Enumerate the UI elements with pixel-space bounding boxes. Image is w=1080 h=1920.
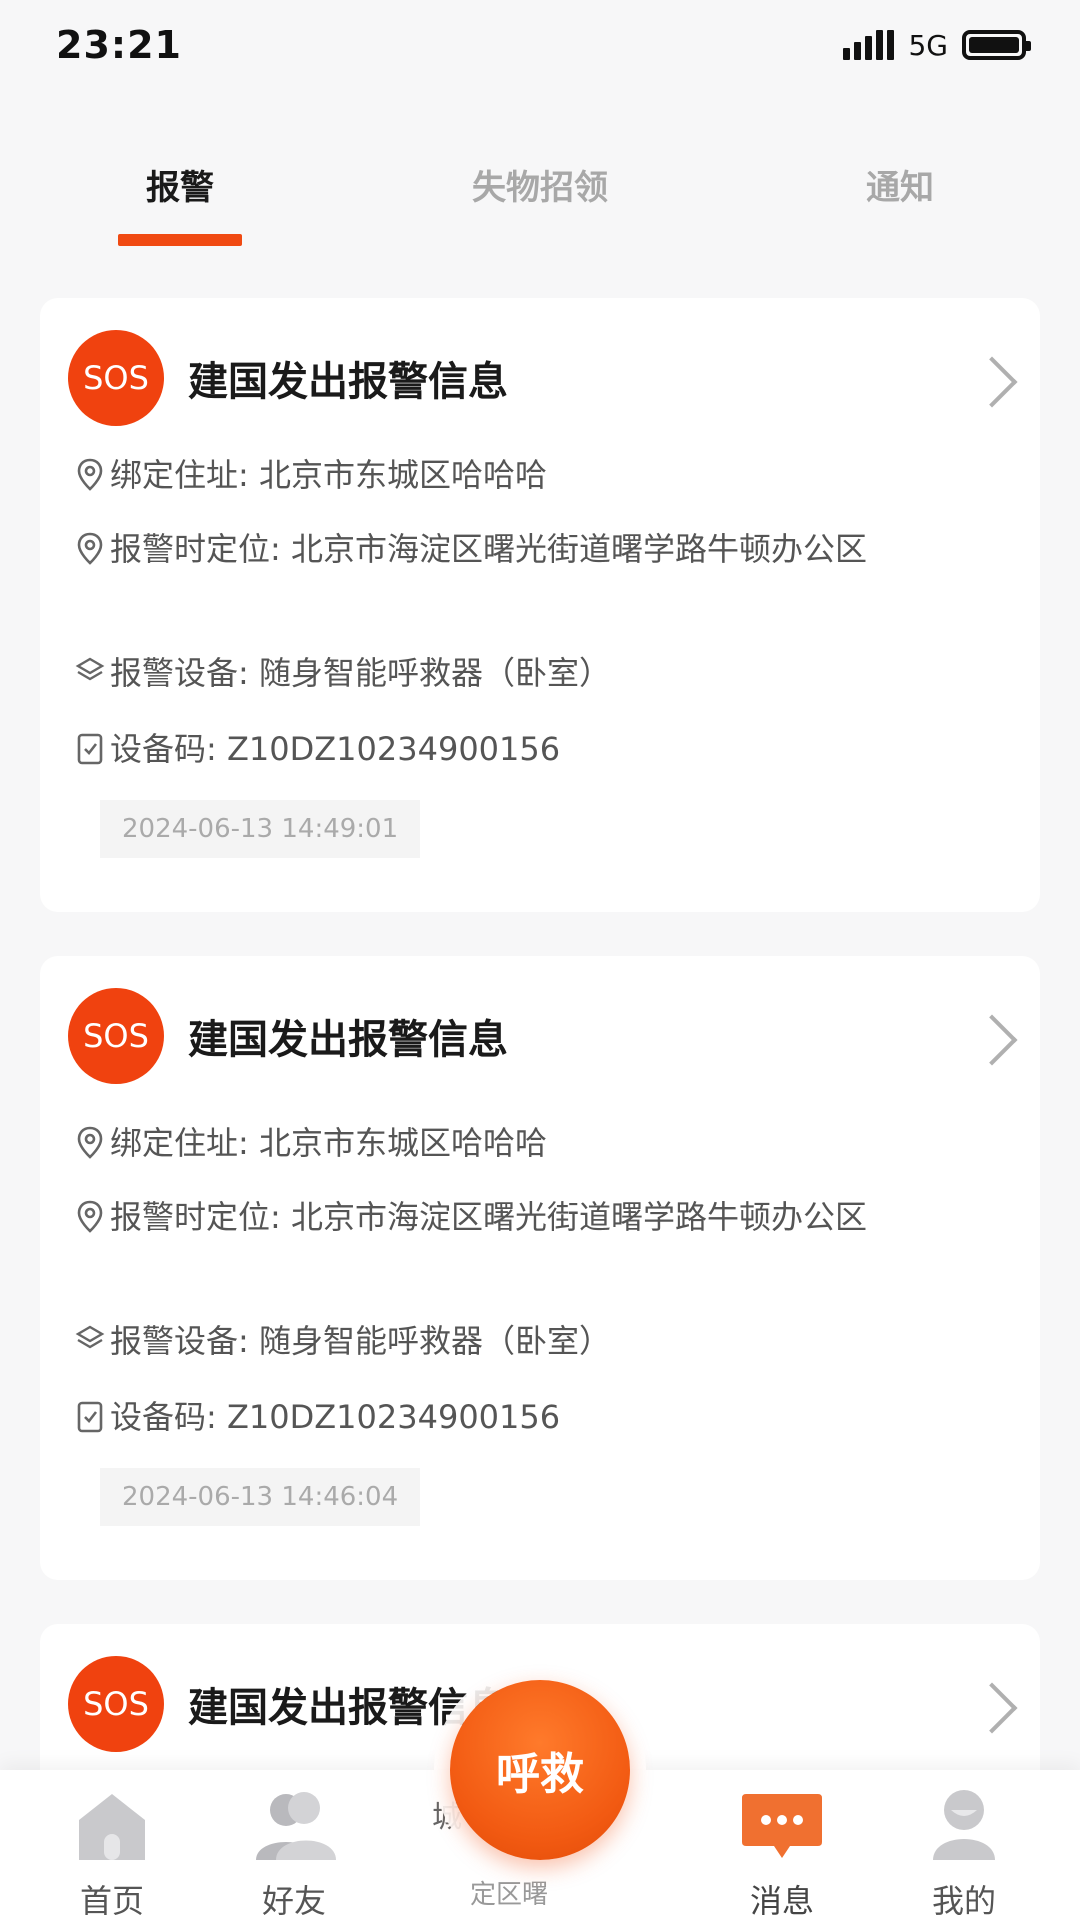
nav-profile[interactable]: 我的 (904, 1788, 1024, 1920)
device-row: 报警设备: 随身智能呼救器（卧室） (70, 1318, 990, 1364)
network-label: 5G (908, 28, 948, 62)
peek-text: 定区曙 (470, 1880, 549, 1910)
tab-indicator (118, 234, 242, 246)
bound-address: 绑定住址: 北京市东城区哈哈哈 (110, 456, 547, 494)
alarm-location: 报警时定位: 北京市海淀区曙光街道曙学路牛顿办公区 (110, 530, 867, 568)
alert-header: SOS 建国发出报警信息 (68, 330, 1012, 426)
bound-address-row: 绑定住址: 北京市东城区哈哈哈 (70, 1120, 990, 1166)
nav-label: 我的 (931, 1882, 996, 1920)
call-for-help-button[interactable]: 呼救 (450, 1680, 630, 1860)
device-code-row: 设备码: Z10DZ10234900156 (70, 726, 990, 772)
location-pin-icon (70, 452, 110, 498)
alarm-location-row: 报警时定位: 北京市海淀区曙光街道曙学路牛顿办公区 (70, 1194, 990, 1240)
sos-badge: SOS (68, 988, 164, 1084)
location-pin-icon (70, 526, 110, 572)
alarm-location: 报警时定位: 北京市海淀区曙光街道曙学路牛顿办公区 (110, 1198, 867, 1236)
device-card-icon (70, 1394, 110, 1440)
nav-label: 首页 (79, 1882, 144, 1920)
sos-badge: SOS (68, 1656, 164, 1752)
alarm-location-row: 报警时定位: 北京市海淀区曙光街道曙学路牛顿办公区 (70, 526, 990, 572)
device-code-row: 设备码: Z10DZ10234900156 (70, 1394, 990, 1440)
alert-card[interactable]: SOS 建国发出报警信息 绑定住址: 北京市东城区哈哈哈 报警时定位: 北京市海… (40, 298, 1040, 912)
nav-home[interactable]: 首页 (52, 1788, 172, 1920)
location-pin-icon (70, 1120, 110, 1166)
device-row: 报警设备: 随身智能呼救器（卧室） (70, 650, 990, 696)
alert-time: 2024-06-13 14:46:04 (100, 1468, 421, 1526)
alert-title: 建国发出报警信息 (188, 1685, 508, 1731)
alert-card[interactable]: SOS 建国发出报警信息 绑定住址: 北京市东城区哈哈哈 报警时定位: 北京市海… (40, 956, 1040, 1580)
device-code: 设备码: Z10DZ10234900156 (110, 730, 561, 768)
alarm-device: 报警设备: 随身智能呼救器（卧室） (110, 1322, 611, 1360)
sos-badge: SOS (68, 330, 164, 426)
nav-messages[interactable]: 消息 (722, 1788, 842, 1920)
status-bar: 23:21 5G (0, 0, 1080, 90)
status-time: 23:21 (56, 23, 182, 67)
alarm-device: 报警设备: 随身智能呼救器（卧室） (110, 654, 611, 692)
bound-address: 绑定住址: 北京市东城区哈哈哈 (110, 1124, 547, 1162)
bound-address-row: 绑定住址: 北京市东城区哈哈哈 (70, 452, 990, 498)
location-pin-icon (70, 1194, 110, 1240)
layers-icon (70, 1318, 110, 1364)
signal-icon (843, 30, 895, 60)
nav-friends[interactable]: 好友 (234, 1788, 354, 1920)
tab-bar: 报警 失物招领 通知 (0, 130, 1080, 250)
profile-icon (922, 1788, 1006, 1862)
layers-icon (70, 650, 110, 696)
nav-label: 消息 (749, 1882, 814, 1920)
friends-icon (252, 1788, 336, 1862)
nav-label: 好友 (261, 1882, 326, 1920)
alert-header: SOS 建国发出报警信息 (68, 988, 1012, 1084)
status-indicators: 5G (843, 28, 1031, 62)
alert-title: 建国发出报警信息 (188, 359, 508, 405)
message-icon (740, 1788, 824, 1862)
alert-title: 建国发出报警信息 (188, 1017, 508, 1063)
device-code: 设备码: Z10DZ10234900156 (110, 1398, 561, 1436)
tab-alarm[interactable]: 报警 (146, 160, 214, 209)
tab-lost-found[interactable]: 失物招领 (472, 160, 608, 209)
tab-notice[interactable]: 通知 (866, 160, 934, 209)
device-card-icon (70, 726, 110, 772)
home-icon (70, 1788, 154, 1862)
alert-time: 2024-06-13 14:49:01 (100, 800, 421, 858)
battery-icon (962, 30, 1031, 60)
